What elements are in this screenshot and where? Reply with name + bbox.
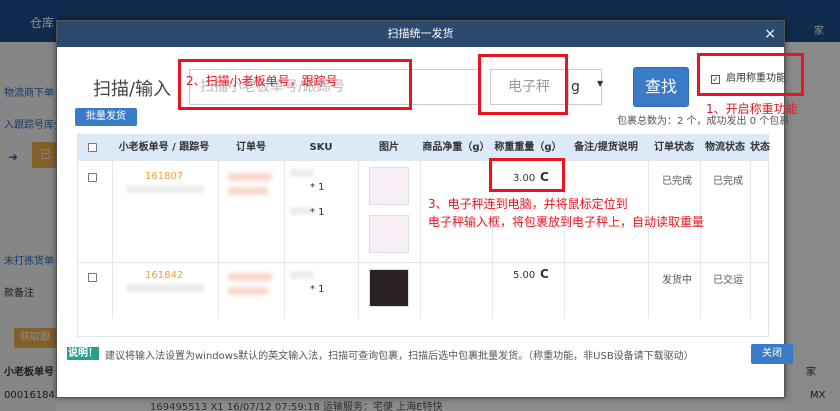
product-image [369,167,409,205]
col-status: 状态 [750,142,770,153]
annotation-2: 2、扫描小老板单号，跟踪号 [186,74,338,88]
blurred-sku [290,271,314,279]
notice-text: 建议将输入法设置为windows默认的英文输入法，扫描可查询包裹，扫描后选中包裹… [105,351,694,362]
logistics-status: 已完成 [713,176,743,187]
annotation-1: 1、开启称重功能 [706,102,798,116]
col-logistics-status: 物流状态 [705,142,745,153]
product-image [369,269,409,307]
blurred-order-id [228,273,272,281]
batch-ship-button[interactable]: 批量发货 [75,108,137,126]
blurred-tracking [126,185,204,193]
weighed-value: 5.00 [513,270,536,281]
sku-qty: * 1 [310,284,325,295]
order-link[interactable]: 161842 [145,270,183,281]
logistics-status: 已交运 [713,275,743,286]
table-row: 161842 * 1 5.00 C 发货中 已交运 [78,262,768,318]
blurred-order-id [228,173,272,181]
row-checkbox[interactable] [88,173,97,182]
annotation-3-line1: 3、电子秤连到电脑，并将鼠标定位到 [428,197,628,211]
modal-title: 扫描统一发货 [57,21,784,47]
annotation-box-scale [478,54,568,115]
sku-qty: * 1 [310,182,325,193]
col-order-no: 小老板单号 / 跟踪号 [118,142,210,153]
table-row: 161807 * 1 * 1 3.00 C 已完成 已完成 [78,160,768,262]
col-order-id: 订单号 [236,142,266,153]
scan-ship-modal: 扫描统一发货 × 扫描/输入 扫描小老板单号/跟踪号 电子秤 g ▼ 查找 ✓ 启… [56,20,793,398]
blurred-sku [290,169,314,177]
blurred-order-id [228,287,268,295]
col-sku: SKU [309,142,333,153]
col-remark: 备注/提货说明 [574,142,638,153]
search-button[interactable]: 查找 [633,67,689,107]
product-image [369,215,409,253]
table-header: 小老板单号 / 跟踪号 订单号 SKU 图片 商品净重（g） 称重重量（g） 备… [78,135,770,160]
order-link[interactable]: 161807 [145,171,183,182]
blurred-order-id [228,187,268,195]
order-status: 已完成 [662,176,692,187]
refresh-icon[interactable]: C [540,267,549,281]
blurred-tracking [126,284,204,292]
row-checkbox[interactable] [88,273,97,282]
annotation-box-enable [697,53,804,96]
scan-label: 扫描/输入 [93,79,172,100]
chevron-down-icon: ▼ [597,79,604,88]
close-button[interactable]: 关闭 [751,344,793,364]
order-status: 发货中 [662,275,692,286]
annotation-box-weight [489,158,565,192]
col-net-weight: 商品净重（g） [422,142,490,153]
package-table: 小老板单号 / 跟踪号 订单号 SKU 图片 商品净重（g） 称重重量（g） 备… [77,134,770,337]
notice-badge: 说明！ [67,347,99,360]
select-all-checkbox[interactable] [88,143,97,152]
col-weighed: 称重重量（g） [494,142,562,153]
close-icon[interactable]: × [764,25,776,43]
annotation-3-line2: 电子秤输入框，将包裹放到电子秤上，自动读取重量 [428,215,705,229]
sku-qty: * 1 [310,207,325,218]
col-order-status: 订单状态 [654,142,694,153]
col-image: 图片 [379,142,399,153]
